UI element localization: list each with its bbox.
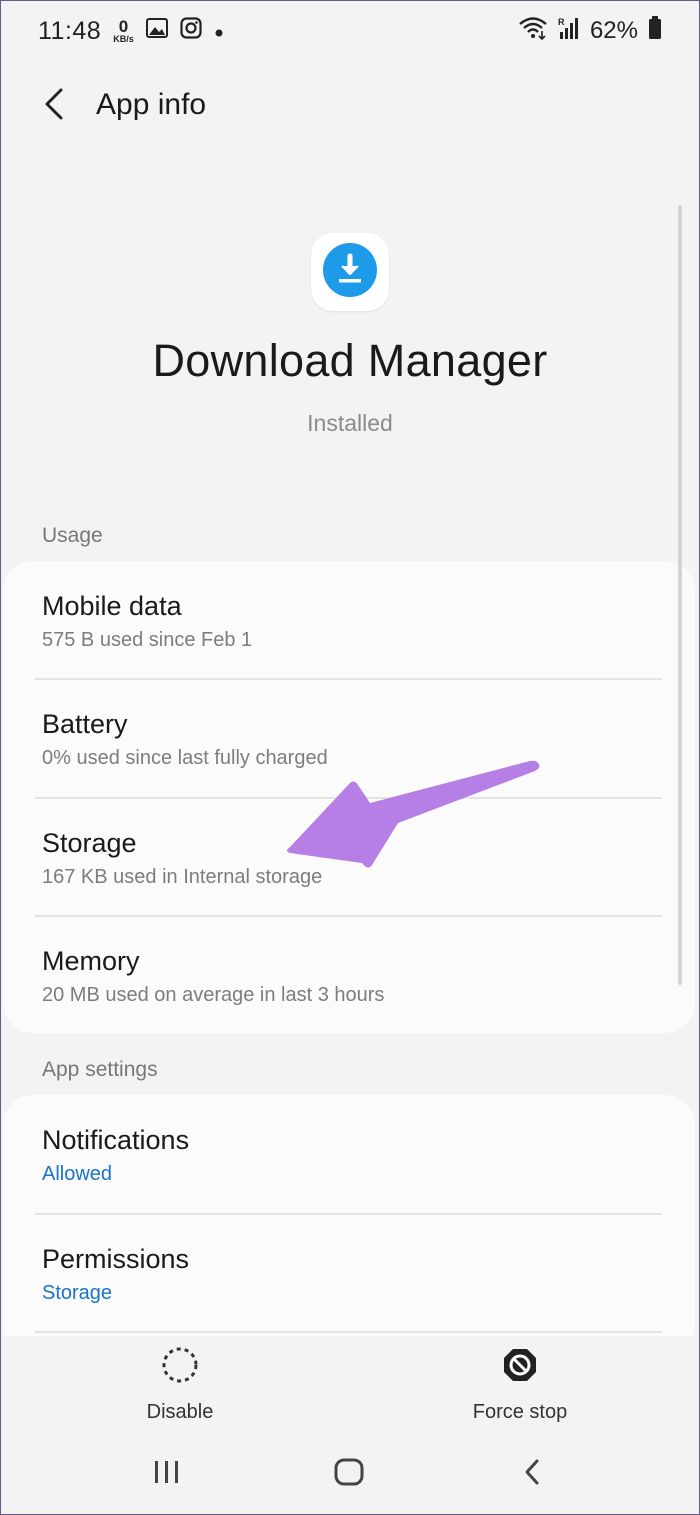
network-speed-value: 0 — [118, 17, 129, 36]
image-icon — [145, 17, 168, 45]
svg-text:R: R — [558, 17, 565, 27]
battery-percent: 62% — [589, 17, 638, 44]
app-icon — [311, 233, 389, 311]
app-install-status: Installed — [307, 410, 393, 436]
bottom-action-bar: Disable Force stop — [0, 1336, 700, 1436]
annotation-arrow — [287, 760, 540, 868]
chevron-left-icon — [522, 1458, 542, 1491]
disable-label: Disable — [146, 1401, 214, 1423]
app-name: Download Manager — [152, 335, 548, 386]
home-icon — [334, 1458, 364, 1491]
system-nav-bar — [0, 1436, 700, 1515]
recent-apps-icon — [153, 1459, 181, 1490]
status-bar: 11:48 0 KB/s R 62% — [0, 0, 700, 62]
scrollbar[interactable] — [678, 205, 682, 985]
signal-icon: R — [558, 16, 580, 47]
home-button[interactable] — [324, 1452, 374, 1496]
wifi-icon — [518, 16, 548, 47]
force-stop-icon — [501, 1346, 539, 1389]
app-settings-card: Notifications Allowed Permissions Storag… — [3, 1095, 695, 1355]
back-button[interactable] — [32, 84, 76, 128]
usage-item-memory[interactable]: Memory 20 MB used on average in last 3 h… — [42, 916, 662, 1034]
section-label-app-settings: App settings — [42, 1058, 158, 1081]
usage-item-title: Battery — [42, 709, 128, 739]
settings-item-title: Notifications — [42, 1125, 190, 1155]
force-stop-button[interactable]: Force stop — [420, 1346, 620, 1430]
app-bar: App info — [0, 70, 700, 140]
disable-icon — [161, 1346, 199, 1389]
usage-item-title: Storage — [42, 828, 137, 858]
status-left: 11:48 0 KB/s — [38, 17, 224, 46]
settings-item-notifications[interactable]: Notifications Allowed — [42, 1095, 662, 1213]
battery-icon — [648, 15, 662, 47]
usage-item-subtitle: 575 B used since Feb 1 — [42, 629, 253, 651]
status-time: 11:48 — [38, 16, 102, 45]
instagram-icon — [180, 16, 202, 46]
network-speed-unit: KB/s — [113, 34, 134, 44]
section-label-usage: Usage — [42, 524, 103, 547]
download-icon — [322, 242, 378, 303]
settings-item-subtitle: Allowed — [42, 1163, 113, 1185]
recent-apps-button[interactable] — [142, 1452, 192, 1496]
usage-item-subtitle: 20 MB used on average in last 3 hours — [42, 984, 385, 1006]
network-speed-indicator: 0 KB/s — [113, 18, 134, 44]
settings-item-subtitle: Storage — [42, 1282, 113, 1304]
divider — [35, 1331, 662, 1333]
page-title: App info — [96, 88, 207, 121]
usage-item-mobile-data[interactable]: Mobile data 575 B used since Feb 1 — [42, 561, 662, 679]
disable-button[interactable]: Disable — [80, 1346, 280, 1430]
chevron-left-icon — [43, 87, 65, 126]
status-right: R 62% — [518, 15, 662, 47]
dot-icon — [214, 17, 224, 45]
usage-item-title: Mobile data — [42, 591, 182, 621]
settings-item-permissions[interactable]: Permissions Storage — [42, 1214, 662, 1332]
force-stop-label: Force stop — [472, 1401, 568, 1423]
system-back-button[interactable] — [507, 1452, 557, 1496]
usage-item-title: Memory — [42, 946, 140, 976]
settings-item-title: Permissions — [42, 1244, 190, 1274]
